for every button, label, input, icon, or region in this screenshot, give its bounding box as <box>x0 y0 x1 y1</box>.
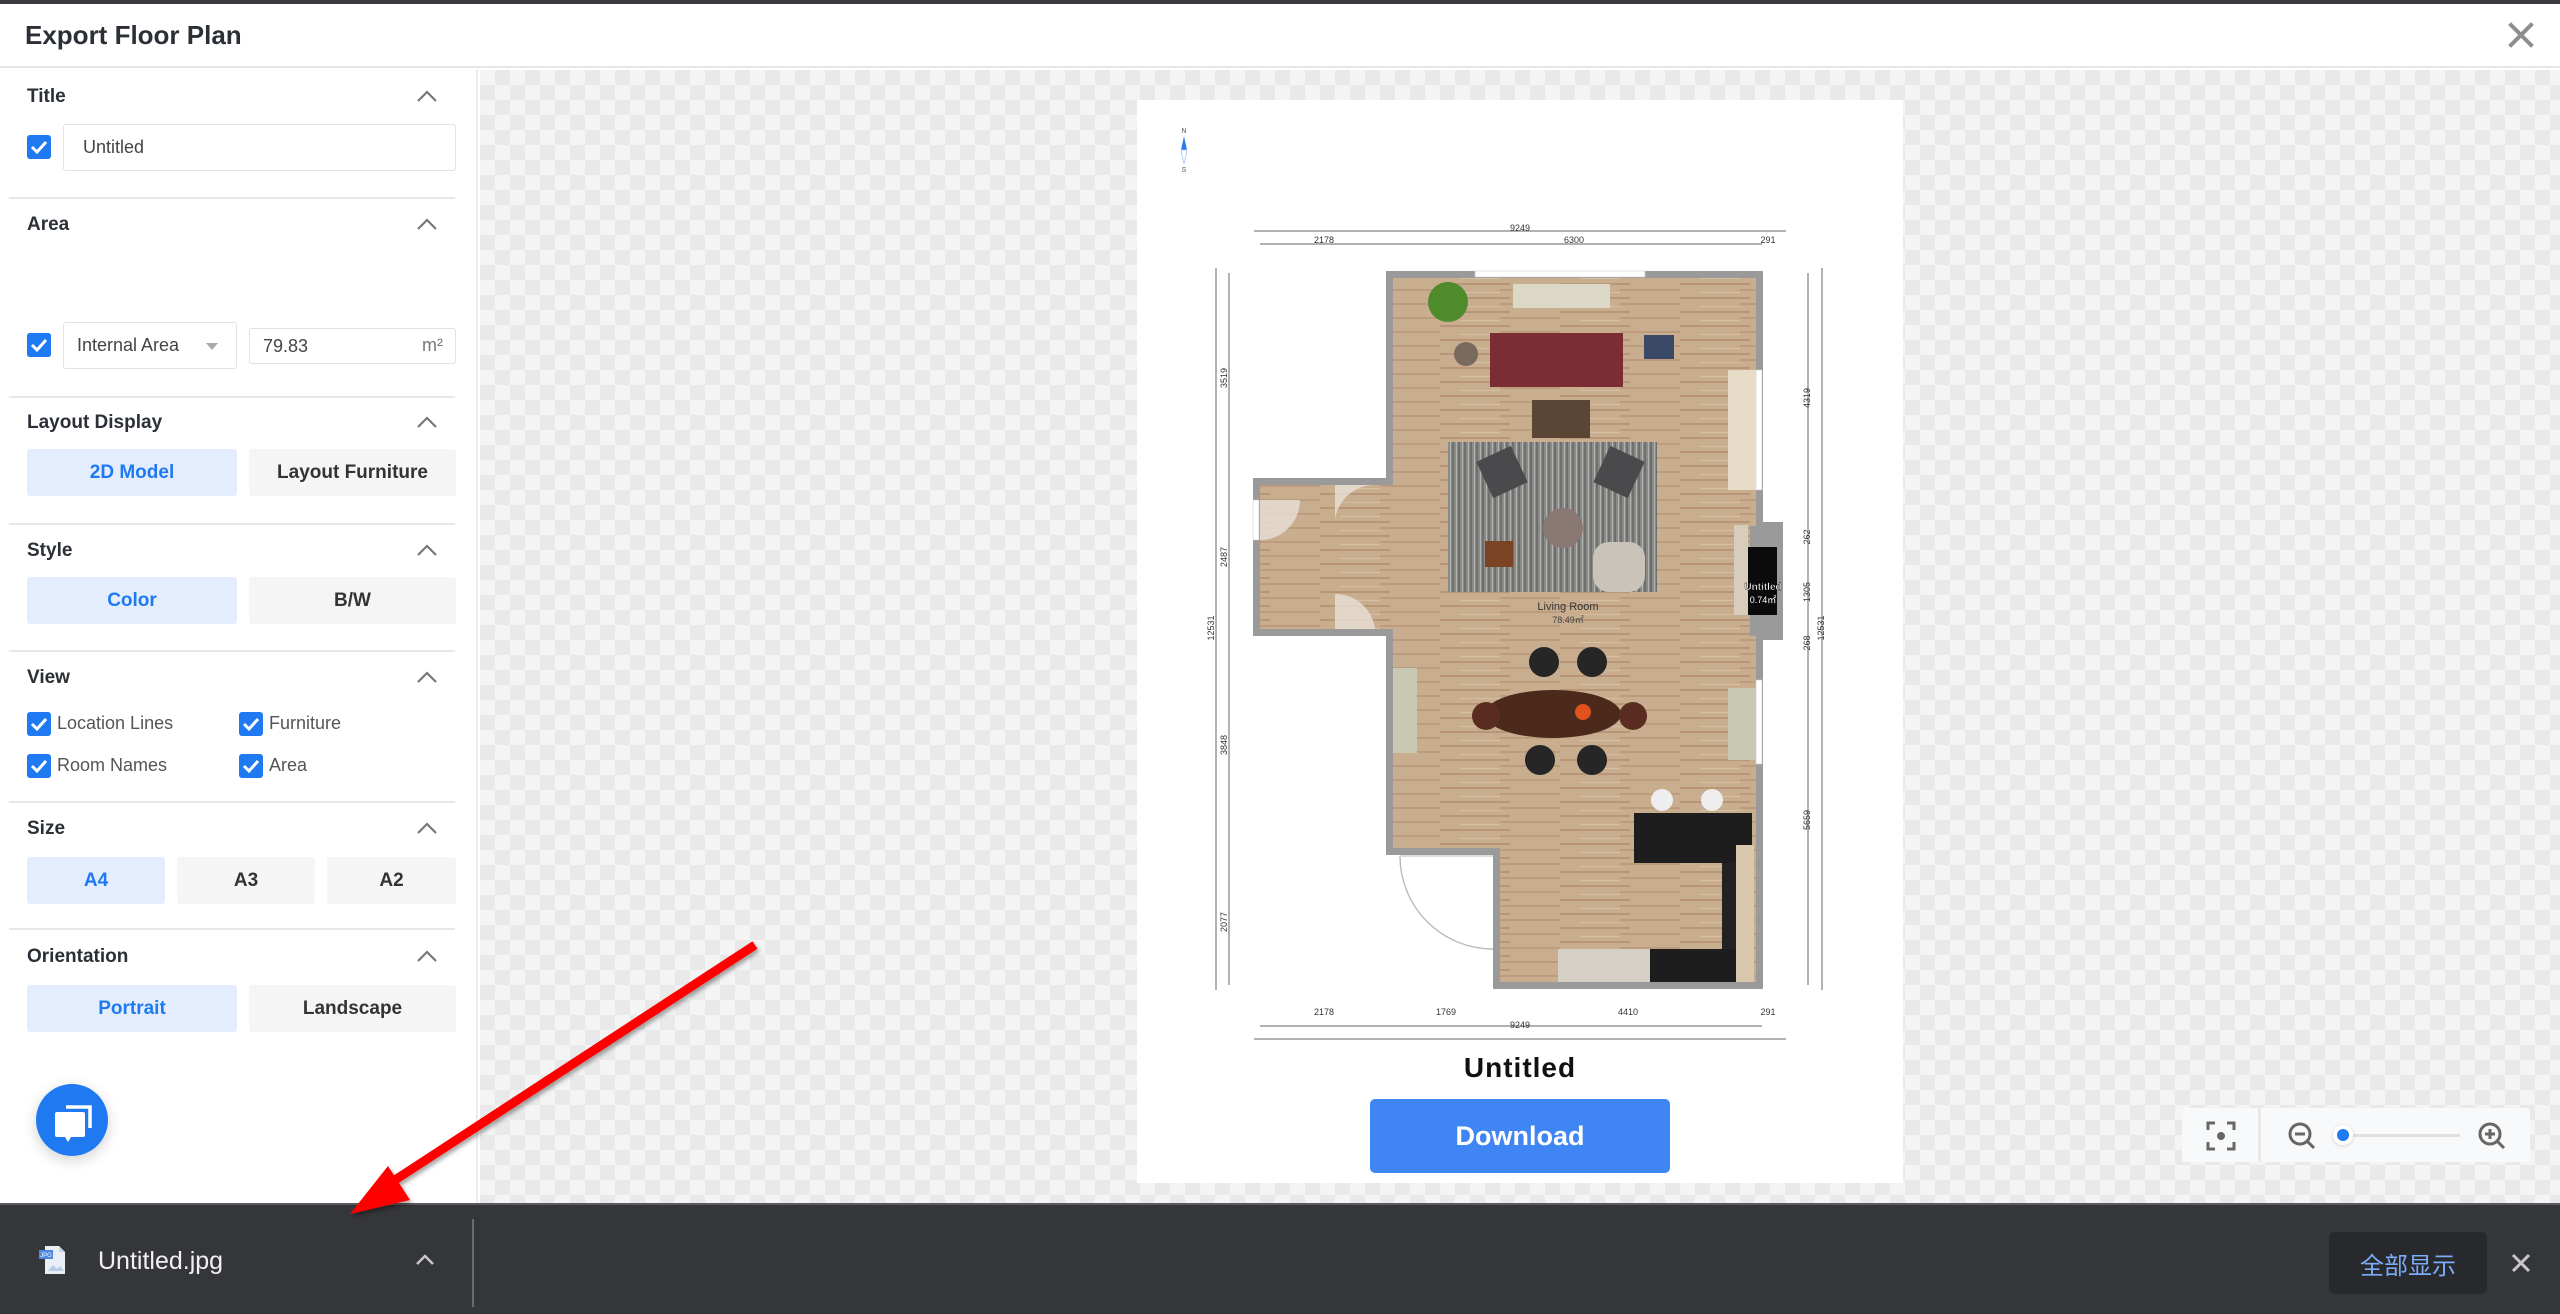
close-icon[interactable] <box>2510 1252 2532 1274</box>
browser-download-bar: JPG Untitled.jpg 全部显示 <box>0 1203 2560 1314</box>
coffee-table <box>1532 400 1590 438</box>
show-all-downloads-button[interactable]: 全部显示 <box>2329 1232 2487 1294</box>
dining-chair <box>1577 745 1607 775</box>
dim-left-seg: 3848 <box>1219 735 1229 755</box>
compass-north-needle <box>1181 136 1187 150</box>
dim-left-seg: 2077 <box>1219 912 1229 932</box>
zoom-controls <box>2182 1108 2530 1162</box>
dim-top-seg: 6300 <box>1564 235 1584 245</box>
download-file-name[interactable]: Untitled.jpg <box>98 1247 223 1276</box>
dining-chair <box>1525 745 1555 775</box>
dim-left-seg: 3519 <box>1219 368 1229 388</box>
console-table <box>1513 284 1610 308</box>
ottoman <box>1485 541 1513 567</box>
download-bar-separator <box>472 1219 474 1307</box>
shelf <box>1734 525 1748 615</box>
compass-south: S <box>1182 167 1187 174</box>
floor-plan-drawing: N S Living Room 78.49㎡ Untitled 0.74㎡ 92… <box>1180 128 1826 1040</box>
room-area-living-room: 78.49㎡ <box>1552 615 1584 625</box>
dining-chair <box>1529 647 1559 677</box>
fruit-bowl <box>1575 704 1591 720</box>
dim-right-seg: 5659 <box>1802 810 1812 830</box>
dining-chair <box>1472 702 1500 730</box>
zoom-slider-thumb[interactable] <box>2333 1125 2353 1145</box>
sideboard <box>1728 370 1756 490</box>
download-button[interactable]: Download <box>1370 1099 1670 1173</box>
dim-bottom-total: 9249 <box>1510 1020 1530 1030</box>
zoom-slider-track[interactable] <box>2340 1134 2460 1137</box>
compass: N S <box>1180 128 1188 174</box>
dim-right-seg: 4319 <box>1802 388 1812 408</box>
dim-bottom-seg: 4410 <box>1618 1007 1638 1017</box>
jpg-file-icon: JPG <box>39 1246 65 1274</box>
pet-bed <box>1644 335 1674 359</box>
dim-bottom-seg: 1769 <box>1436 1007 1456 1017</box>
room-name-closet: Untitled <box>1744 582 1781 593</box>
dim-top-seg: 291 <box>1760 235 1775 245</box>
kitchen-counter-bottom <box>1650 949 1736 982</box>
kitchen-cabinet <box>1736 845 1754 982</box>
dim-left-seg: 2487 <box>1219 547 1229 567</box>
zoom-out-icon[interactable] <box>2287 1121 2317 1151</box>
dim-right-seg: 1305 <box>1802 582 1812 602</box>
room-area-closet: 0.74㎡ <box>1750 595 1777 605</box>
dining-chair <box>1577 647 1607 677</box>
dining-table <box>1485 690 1621 738</box>
plant <box>1428 282 1468 322</box>
floor-cushion <box>1593 542 1645 592</box>
dim-right-seg: 262 <box>1802 529 1812 544</box>
dining-chair <box>1619 702 1647 730</box>
chevron-up-icon[interactable] <box>414 1253 436 1267</box>
dim-bottom-seg: 2178 <box>1314 1007 1334 1017</box>
dim-right-total: 12531 <box>1816 615 1826 640</box>
side-table <box>1454 342 1478 366</box>
compass-south-needle <box>1180 149 1188 165</box>
dim-top-seg: 2178 <box>1314 235 1334 245</box>
zoom-controls-separator <box>2258 1108 2261 1162</box>
fit-to-screen-icon[interactable] <box>2206 1121 2236 1151</box>
plan-title: Untitled <box>1463 1052 1577 1083</box>
room-name-living-room: Living Room <box>1537 601 1598 613</box>
bar-stool <box>1701 789 1723 811</box>
console <box>1393 668 1417 753</box>
dim-top-total: 9249 <box>1510 223 1530 233</box>
compass-north: N <box>1181 128 1186 135</box>
bar-stool <box>1651 789 1673 811</box>
dim-right-seg: 268 <box>1802 635 1812 650</box>
appliances <box>1558 949 1650 982</box>
dim-left-total: 12531 <box>1206 615 1216 640</box>
download-item[interactable]: JPG <box>38 1245 66 1275</box>
zoom-in-icon[interactable] <box>2477 1121 2507 1151</box>
kitchen-island <box>1634 813 1752 863</box>
cabinet <box>1728 688 1756 760</box>
svg-text:JPG: JPG <box>40 1253 52 1259</box>
pouf <box>1543 508 1583 548</box>
dim-bottom-seg: 291 <box>1760 1007 1775 1017</box>
sofa <box>1490 333 1623 387</box>
